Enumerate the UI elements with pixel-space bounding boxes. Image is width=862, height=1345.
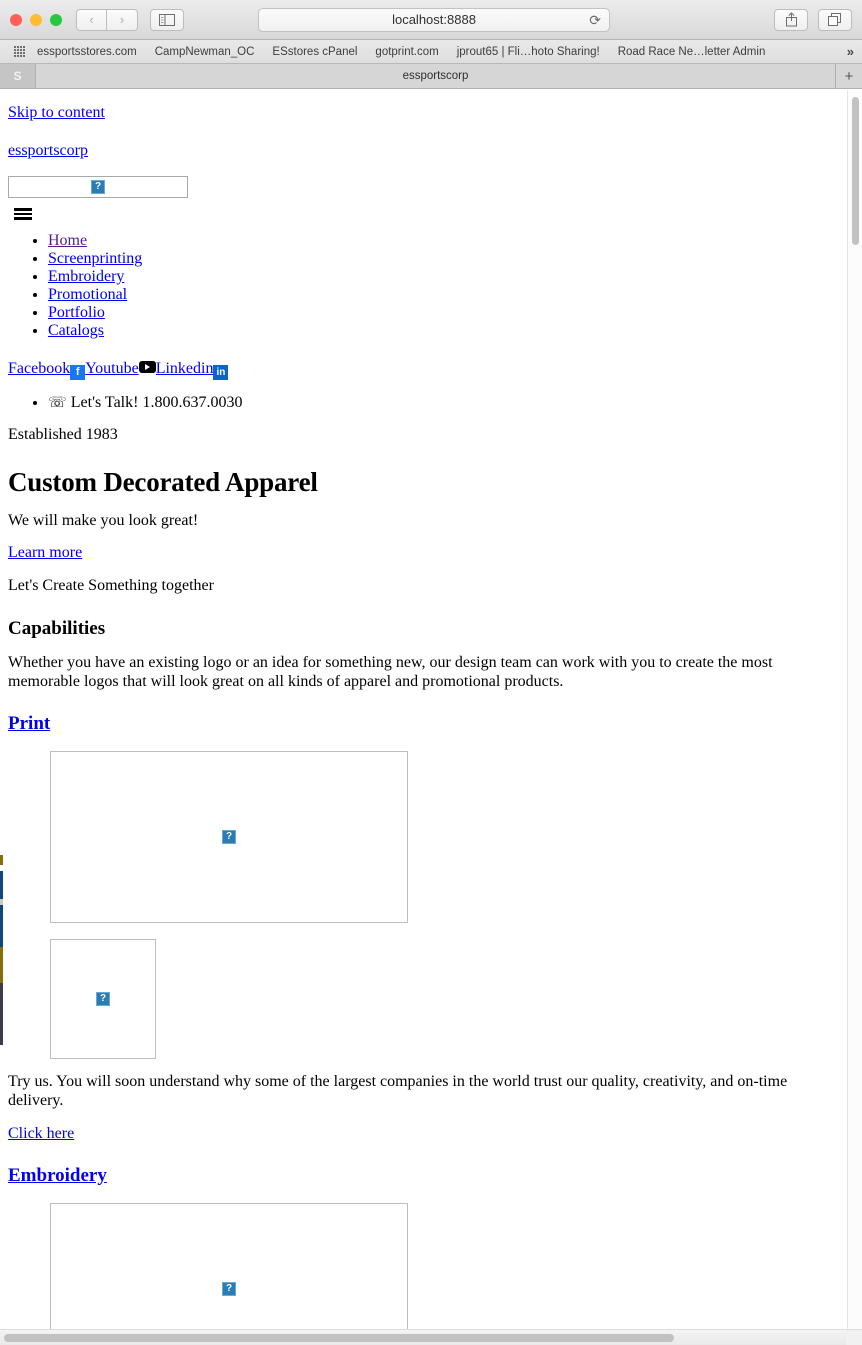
apps-grid-icon[interactable] (14, 46, 25, 57)
list-item: ☏ Let's Talk! 1.800.637.0030 (48, 394, 838, 412)
address-bar[interactable]: localhost:8888 ⟳ (258, 7, 610, 32)
search-input[interactable]: ? (8, 176, 188, 198)
phone-icon: ☏ (48, 392, 67, 411)
minimize-window-button[interactable] (30, 13, 42, 26)
web-page-content: Skip to content essportscorp ? Home Scre… (0, 90, 846, 1329)
vertical-scrollbar-thumb[interactable] (852, 97, 859, 245)
broken-image-icon: ? (96, 992, 110, 1007)
list-item: Portfolio (48, 304, 838, 322)
list-item: Promotional (48, 286, 838, 304)
browser-window: ‹ › localhost:8888 ⟳ essportsstores.com … (0, 0, 862, 1345)
nav-link-catalogs[interactable]: Catalogs (48, 322, 104, 339)
print-link[interactable]: Print (8, 713, 50, 734)
tabs-overview-button[interactable] (818, 8, 852, 31)
print-image-large[interactable]: ? (50, 751, 408, 924)
nav-link-promotional[interactable]: Promotional (48, 286, 127, 303)
bookmark-item[interactable]: Road Race Ne…letter Admin (618, 46, 766, 58)
social-link-facebook[interactable]: Facebook (8, 360, 70, 377)
contact-list: ☏ Let's Talk! 1.800.637.0030 (8, 394, 838, 412)
bookmarks-bar: essportsstores.com CampNewman_OC ESstore… (0, 40, 862, 64)
sidebar-icon (159, 13, 175, 26)
hamburger-line (14, 217, 32, 220)
share-icon (785, 12, 797, 27)
phone-text: Let's Talk! 1.800.637.0030 (70, 393, 243, 411)
embroidery-image-large[interactable]: ? (50, 1203, 408, 1329)
back-button[interactable]: ‹ (76, 8, 107, 31)
tab-favicon[interactable]: S (0, 64, 36, 88)
social-link-youtube[interactable]: Youtube (85, 360, 139, 377)
page-viewport: Skip to content essportscorp ? Home Scre… (0, 89, 862, 1329)
bookmark-item[interactable]: jprout65 | Fli…hoto Sharing! (457, 46, 600, 58)
nav-link-embroidery[interactable]: Embroidery (48, 268, 124, 285)
window-traffic-lights (10, 13, 62, 26)
forward-button[interactable]: › (107, 8, 138, 31)
toolbar-right-group (774, 8, 852, 31)
nav-link-screenprinting[interactable]: Screenprinting (48, 250, 142, 267)
site-brand-link[interactable]: essportscorp (8, 142, 838, 160)
list-item: Catalogs (48, 322, 838, 340)
browser-toolbar: ‹ › localhost:8888 ⟳ (0, 0, 862, 40)
nav-link-portfolio[interactable]: Portfolio (48, 304, 105, 321)
broken-image-icon: ? (222, 1282, 236, 1297)
url-text: localhost:8888 (392, 12, 476, 27)
hero-subtitle: We will make you look great! (8, 511, 199, 529)
menu-toggle-button[interactable] (14, 208, 32, 220)
print-cta-paragraph: Click here (8, 1125, 838, 1144)
list-item: Screenprinting (48, 250, 838, 268)
learn-more-link[interactable]: Learn more (8, 544, 82, 561)
tab-title: essportscorp (402, 70, 469, 82)
capabilities-heading: Capabilities (8, 617, 106, 639)
print-cta-link[interactable]: Click here (8, 1125, 74, 1142)
skip-to-content-link[interactable]: Skip to content (8, 104, 838, 122)
navigation-buttons: ‹ › (76, 8, 138, 31)
bookmarks-overflow-button[interactable]: » (847, 44, 854, 59)
learn-more-paragraph: Learn more (8, 544, 838, 563)
capabilities-body: Whether you have an existing logo or an … (8, 653, 773, 690)
primary-navigation: Home Screenprinting Embroidery Promotion… (8, 232, 838, 340)
tagline-text: Let's Create Something together (8, 577, 214, 595)
print-heading: Print (8, 713, 838, 735)
list-item: Embroidery (48, 268, 838, 286)
print-image-small[interactable]: ? (50, 939, 156, 1060)
embroidery-link[interactable]: Embroidery (8, 1165, 107, 1186)
social-links: Facebook f Youtube Linkedin in (8, 359, 838, 380)
bookmark-item[interactable]: ESstores cPanel (272, 46, 357, 58)
tabs-overview-icon (828, 12, 841, 26)
hamburger-line (14, 208, 32, 211)
broken-image-icon: ? (222, 830, 236, 845)
broken-image-icon: ? (91, 180, 105, 194)
page-title: Custom Decorated Apparel (8, 466, 318, 497)
linkedin-icon[interactable]: in (213, 364, 229, 380)
youtube-play-glyph (138, 361, 156, 374)
nav-link-home[interactable]: Home (48, 232, 87, 249)
new-tab-button[interactable]: + (836, 64, 862, 88)
maximize-window-button[interactable] (50, 13, 62, 26)
bookmark-item[interactable]: CampNewman_OC (155, 46, 255, 58)
reload-icon[interactable]: ⟳ (589, 12, 601, 29)
vertical-scrollbar[interactable] (847, 90, 862, 1329)
tab-bar: S essportscorp + (0, 64, 862, 89)
social-link-linkedin[interactable]: Linkedin (156, 360, 214, 377)
print-body: Try us. You will soon understand why som… (8, 1073, 788, 1109)
close-window-button[interactable] (10, 13, 22, 26)
horizontal-scrollbar[interactable] (0, 1329, 862, 1345)
embroidery-heading: Embroidery (8, 1165, 838, 1187)
horizontal-scrollbar-thumb[interactable] (4, 1334, 674, 1342)
offscreen-edge-strip (0, 855, 3, 1045)
share-button[interactable] (774, 8, 808, 31)
bookmark-item[interactable]: gotprint.com (375, 46, 438, 58)
tab-essportscorp[interactable]: essportscorp (36, 64, 836, 88)
bookmark-item[interactable]: essportsstores.com (37, 46, 137, 58)
established-text: Established 1983 (8, 425, 118, 443)
facebook-icon[interactable]: f (70, 364, 86, 380)
sidebar-toggle-button[interactable] (150, 8, 184, 31)
hamburger-line (14, 212, 32, 215)
scrollbar-corner (846, 1330, 862, 1345)
youtube-icon[interactable] (138, 359, 156, 375)
list-item: Home (48, 232, 838, 250)
